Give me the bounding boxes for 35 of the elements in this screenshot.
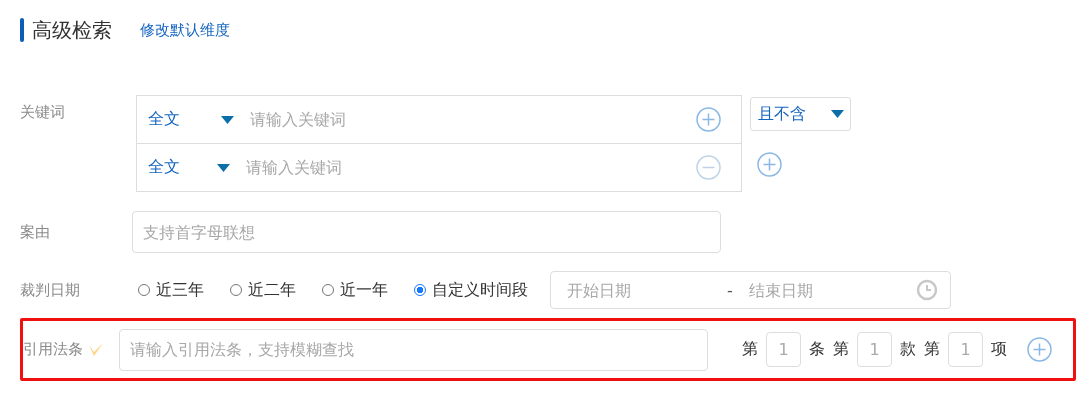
ordinal-prefix: 第 (924, 339, 940, 360)
ordinal-prefix: 第 (742, 339, 758, 360)
section-title: 高级检索 (32, 16, 112, 44)
date-radio[interactable]: 近二年 (230, 279, 296, 301)
date-radio[interactable]: 近三年 (138, 279, 204, 301)
field-dropdown[interactable]: 全文 (148, 109, 234, 130)
default-dimension-link[interactable]: 修改默认维度 (140, 20, 230, 40)
cause-input[interactable]: 支持首字母联想 (132, 211, 721, 253)
law-input[interactable]: 请输入引用法条，支持模糊查找 (119, 328, 708, 371)
logic-dropdown[interactable]: 且不含 (750, 97, 851, 131)
field-label: 关键词 (20, 102, 66, 122)
unit-label: 项 (991, 339, 1007, 360)
range-separator: - (727, 280, 733, 300)
unit-label: 条 (809, 339, 825, 360)
caret-icon (217, 163, 230, 172)
field-label: 裁判日期 (20, 280, 81, 300)
date-radio[interactable]: 近一年 (322, 279, 388, 301)
field-label: 案由 (20, 222, 51, 242)
plus-icon[interactable] (757, 152, 782, 177)
title-accent-bar (20, 18, 24, 42)
keyword-input[interactable]: 请输入关键词 (250, 110, 696, 129)
end-date-input[interactable]: 结束日期 (748, 280, 899, 300)
date-radio[interactable]: 自定义时间段 (414, 279, 528, 301)
unit-label: 款 (900, 339, 916, 360)
caret-icon (221, 115, 234, 124)
keyword-input[interactable]: 请输入关键词 (246, 158, 696, 177)
caret-icon (831, 110, 844, 118)
start-date-input[interactable]: 开始日期 (567, 280, 717, 300)
plus-icon[interactable] (696, 107, 721, 132)
field-label: 引用法条 (23, 340, 83, 359)
minus-icon[interactable] (696, 155, 721, 180)
clock-icon (916, 279, 938, 301)
field-dropdown[interactable]: 全文 (148, 157, 230, 178)
ordinal-prefix: 第 (833, 339, 849, 360)
plus-icon[interactable] (1027, 337, 1052, 362)
